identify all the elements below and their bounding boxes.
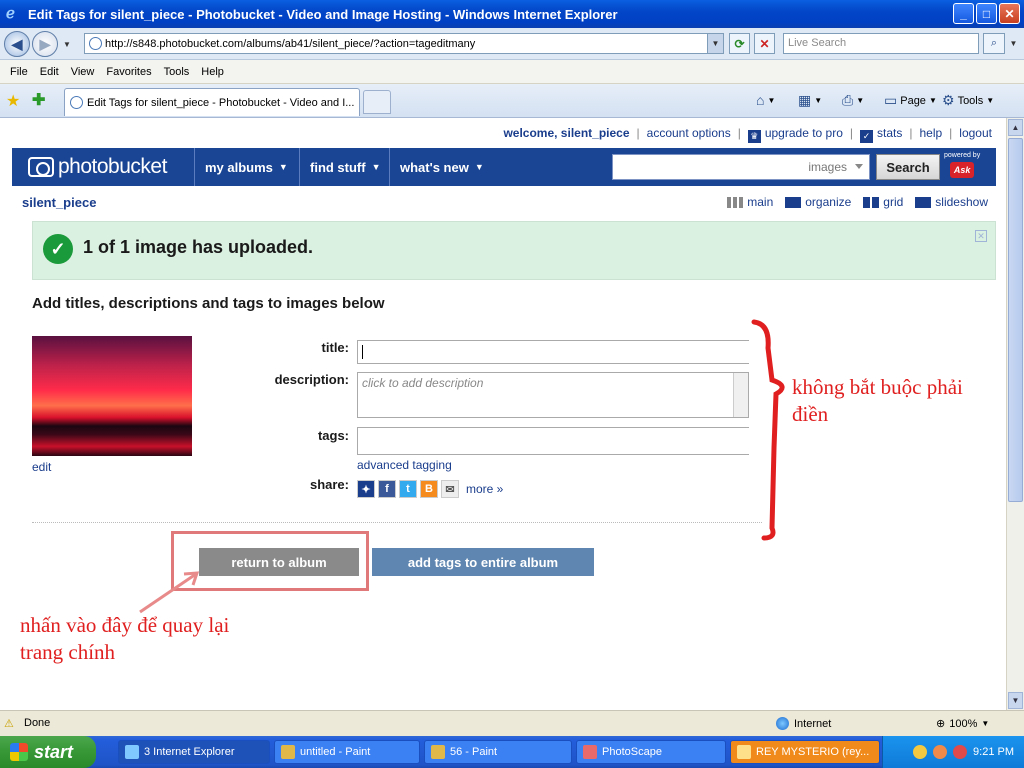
annotation-return-note: nhấn vào đây để quay lại trang chính: [20, 613, 230, 665]
tab-photobucket[interactable]: Edit Tags for silent_piece - Photobucket…: [64, 88, 360, 116]
search-options-icon[interactable]: ▼: [1007, 33, 1020, 54]
zoom-level: 100%: [949, 717, 978, 730]
favorites-star-icon[interactable]: ★: [6, 91, 20, 111]
task-untitled-paint[interactable]: untitled - Paint: [274, 740, 420, 764]
zone-label: Internet: [794, 717, 832, 730]
page-viewport: welcome, silent_piece | account options …: [0, 118, 1006, 710]
tray-icon[interactable]: [953, 745, 968, 759]
gear-icon: ⚙: [942, 92, 955, 108]
menu-tools[interactable]: Tools: [158, 66, 196, 78]
start-label: start: [34, 741, 74, 762]
page-menu-icon: ▭: [884, 92, 898, 108]
page-menu[interactable]: ▭ Page ▼: [884, 92, 937, 109]
address-dropdown-icon[interactable]: ▼: [707, 34, 723, 53]
menu-file[interactable]: File: [4, 66, 34, 78]
tools-menu-label: Tools: [957, 94, 984, 107]
tray-icon[interactable]: [913, 745, 928, 759]
tab-bar: ★ ✚ Edit Tags for silent_piece - Photobu…: [0, 84, 1024, 118]
feeds-icon: ▦: [798, 92, 812, 108]
menu-help[interactable]: Help: [195, 66, 230, 78]
stop-button[interactable]: ✕: [754, 33, 775, 54]
menu-bar: File Edit View Favorites Tools Help: [0, 60, 1024, 84]
tab-page-icon: [70, 96, 83, 109]
history-dropdown-icon[interactable]: ▼: [63, 40, 71, 49]
menu-favorites[interactable]: Favorites: [100, 66, 157, 78]
zoom-dropdown-icon[interactable]: ▼: [981, 719, 989, 728]
taskbar: start 3 Internet Explorer untitled - Pai…: [0, 736, 1024, 768]
menu-view[interactable]: View: [65, 66, 101, 78]
ie-task-icon: [125, 745, 139, 759]
add-favorite-icon[interactable]: ✚: [32, 90, 45, 110]
refresh-button[interactable]: ⟳: [729, 33, 750, 54]
task-messenger[interactable]: REY MYSTERIO (rey...: [730, 740, 880, 764]
search-go-icon[interactable]: ⌕: [983, 33, 1005, 54]
address-url: http://s848.photobucket.com/albums/ab41/…: [105, 37, 476, 50]
zoom-control[interactable]: ⊕ 100% ▼: [936, 717, 989, 731]
new-tab-button[interactable]: [363, 90, 391, 114]
back-button[interactable]: ◀: [4, 31, 30, 57]
zoom-icon: ⊕: [936, 718, 946, 730]
status-done: ⚠ Done: [4, 717, 51, 730]
page-scrollbar[interactable]: ▲ ▼: [1006, 118, 1024, 710]
window-controls: _ □ ✕: [953, 3, 1020, 24]
home-button[interactable]: ⌂ ▼: [756, 92, 775, 108]
address-input[interactable]: http://s848.photobucket.com/albums/ab41/…: [84, 33, 724, 54]
window-titlebar[interactable]: ℯ Edit Tags for silent_piece - Photobuck…: [0, 0, 1024, 28]
warning-icon: ⚠: [4, 718, 14, 730]
annotation-brace: [751, 319, 785, 541]
page-icon: [89, 37, 102, 50]
task-photoscape[interactable]: PhotoScape: [576, 740, 726, 764]
minimize-button[interactable]: _: [953, 3, 974, 24]
annotation-arrow: [139, 572, 197, 614]
window-title: Edit Tags for silent_piece - Photobucket…: [28, 6, 618, 22]
paint-task-icon: [431, 745, 445, 759]
print-button[interactable]: ⎙ ▼: [842, 92, 864, 109]
tray-icon[interactable]: [933, 745, 948, 759]
start-button[interactable]: start: [0, 736, 96, 768]
scroll-up-icon[interactable]: ▲: [1008, 119, 1023, 136]
status-bar: ⚠ Done Internet ⊕ 100% ▼: [0, 710, 1024, 736]
close-button[interactable]: ✕: [999, 3, 1020, 24]
windows-flag-icon: [10, 743, 28, 761]
page-menu-label: Page: [900, 94, 926, 107]
globe-icon: [776, 717, 789, 730]
system-tray: 9:21 PM: [882, 736, 1024, 768]
paint-task-icon: [281, 745, 295, 759]
live-search-input[interactable]: Live Search: [783, 33, 979, 54]
forward-button[interactable]: ▶: [32, 31, 58, 57]
tab-label: Edit Tags for silent_piece - Photobucket…: [87, 96, 355, 109]
home-icon: ⌂: [756, 92, 765, 108]
status-text: Done: [24, 717, 51, 729]
tools-menu[interactable]: ⚙ Tools ▼: [942, 92, 994, 109]
task-internet-explorer[interactable]: 3 Internet Explorer: [118, 740, 270, 764]
photoscape-task-icon: [583, 745, 597, 759]
maximize-button[interactable]: □: [976, 3, 997, 24]
print-icon: ⎙: [842, 92, 854, 108]
feeds-button[interactable]: ▦ ▼: [798, 92, 822, 109]
clock[interactable]: 9:21 PM: [973, 746, 1014, 758]
menu-edit[interactable]: Edit: [34, 66, 65, 78]
address-toolbar: ◀ ▶ ▼ http://s848.photobucket.com/albums…: [0, 28, 1024, 60]
security-zone[interactable]: Internet: [776, 717, 831, 730]
scroll-thumb[interactable]: [1008, 138, 1023, 502]
messenger-task-icon: [737, 745, 751, 759]
scroll-down-icon[interactable]: ▼: [1008, 692, 1023, 709]
ie-logo-icon: ℯ: [6, 5, 15, 22]
annotation-optional-note: không bắt buộc phải điền: [792, 375, 963, 427]
task-56-paint[interactable]: 56 - Paint: [424, 740, 572, 764]
